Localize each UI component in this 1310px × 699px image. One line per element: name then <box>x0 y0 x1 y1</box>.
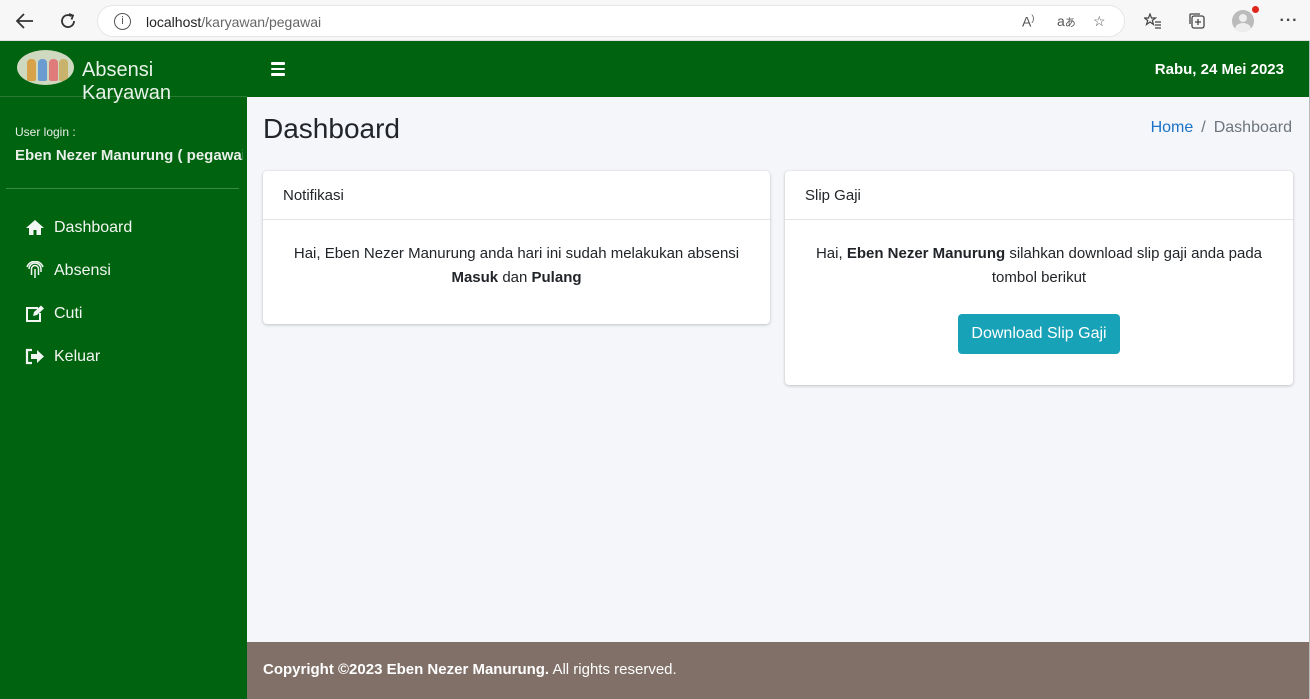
favorites-icon[interactable] <box>1141 9 1165 33</box>
slip-text: silahkan download slip gaji anda pada to… <box>991 245 1263 286</box>
translate-icon[interactable]: aあ <box>1057 13 1076 30</box>
profile-icon[interactable] <box>1231 6 1259 33</box>
url-text: localhost/karyawan/pegawai <box>146 14 322 30</box>
breadcrumb-separator: / <box>1201 119 1206 136</box>
slip-greeting: Hai, <box>815 245 843 262</box>
breadcrumb-home-link[interactable]: Home <box>1151 119 1194 136</box>
back-icon[interactable] <box>12 8 38 34</box>
edit-icon <box>24 304 45 324</box>
browser-toolbar: i localhost/karyawan/pegawai A) aあ ☆ ··· <box>0 0 1310 41</box>
sidebar: Absensi Karyawan User login : Eben Nezer… <box>0 41 247 699</box>
breadcrumb: Home / Dashboard <box>1151 119 1292 137</box>
collections-icon[interactable] <box>1185 9 1209 33</box>
slip-gaji-card-title: Slip Gaji <box>785 171 1293 220</box>
absen-pulang-label: Pulang <box>531 269 582 286</box>
notification-text: Hai, Eben Nezer Manurung anda hari ini s… <box>293 245 740 262</box>
footer-rights: All rights reserved. <box>552 661 677 678</box>
breadcrumb-current: Dashboard <box>1213 119 1292 136</box>
info-icon[interactable]: i <box>114 13 131 30</box>
notification-card-title: Notifikasi <box>263 171 770 220</box>
fingerprint-icon <box>24 261 45 281</box>
menu-toggle-icon[interactable] <box>271 62 285 76</box>
sidebar-item-keluar[interactable]: Keluar <box>0 335 247 378</box>
absen-masuk-label: Masuk <box>451 269 499 286</box>
home-icon <box>24 218 45 238</box>
favorite-add-icon[interactable]: ☆ <box>1093 13 1106 30</box>
address-bar[interactable]: i localhost/karyawan/pegawai A) aあ ☆ <box>97 5 1125 37</box>
sidebar-menu: Dashboard Absensi Cuti Keluar <box>0 206 247 378</box>
more-options-icon[interactable]: ··· <box>1277 9 1301 33</box>
slip-gaji-card: Slip Gaji Hai, Eben Nezer Manurung silah… <box>785 171 1293 385</box>
user-name: Eben Nezer Manurung ( pegawai ) <box>15 147 243 164</box>
sidebar-item-label: Dashboard <box>54 218 133 236</box>
notification-card: Notifikasi Hai, Eben Nezer Manurung anda… <box>263 171 770 324</box>
sidebar-item-absensi[interactable]: Absensi <box>0 249 247 292</box>
slip-gaji-card-body: Hai, Eben Nezer Manurung silahkan downlo… <box>785 220 1293 376</box>
notification-card-body: Hai, Eben Nezer Manurung anda hari ini s… <box>263 220 770 312</box>
sidebar-item-dashboard[interactable]: Dashboard <box>0 206 247 249</box>
sidebar-item-cuti[interactable]: Cuti <box>0 292 247 335</box>
page-title: Dashboard <box>263 113 400 144</box>
footer: Copyright ©2023 Eben Nezer Manurung. All… <box>247 642 1309 699</box>
sidebar-item-label: Keluar <box>54 347 101 365</box>
sidebar-item-label: Absensi <box>54 261 111 279</box>
brand-title: Absensi Karyawan <box>82 59 171 104</box>
sidebar-item-label: Cuti <box>54 304 83 322</box>
slip-employee-name: Eben Nezer Manurung <box>846 245 1006 262</box>
download-slip-button[interactable]: Download Slip Gaji <box>958 314 1120 354</box>
conjunction-text: dan <box>502 269 528 286</box>
current-date: Rabu, 24 Mei 2023 <box>1154 61 1284 78</box>
sidebar-divider <box>6 188 239 189</box>
top-navbar: Rabu, 24 Mei 2023 <box>247 41 1309 97</box>
user-login-label: User login : <box>15 125 76 139</box>
footer-copyright: Copyright ©2023 Eben Nezer Manurung. <box>263 661 550 678</box>
brand[interactable]: Absensi Karyawan <box>0 41 247 104</box>
read-aloud-icon[interactable]: A) <box>1022 13 1034 30</box>
brand-logo-icon <box>17 50 74 85</box>
reload-icon[interactable] <box>55 8 81 34</box>
user-panel: User login : Eben Nezer Manurung ( pegaw… <box>0 97 247 188</box>
sign-out-icon <box>24 347 45 367</box>
